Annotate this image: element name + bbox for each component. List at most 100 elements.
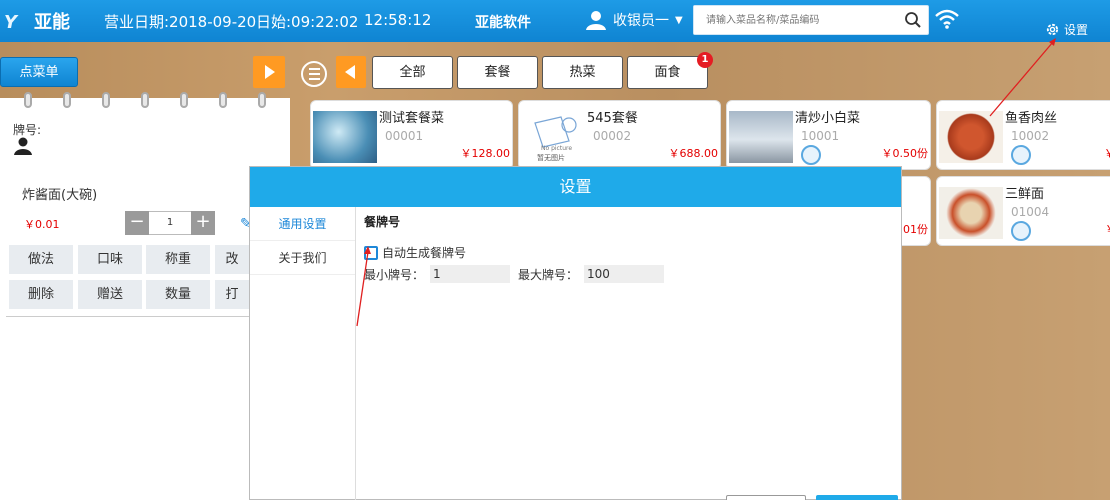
person-icon (14, 137, 32, 155)
min-number-input[interactable] (430, 265, 511, 283)
min-number-label: 最小牌号： (364, 267, 425, 282)
order-list-button[interactable]: 点菜单 (0, 57, 78, 87)
app-logo: Y 亚能 (4, 8, 70, 34)
action-button-method[interactable]: 做法 (9, 245, 73, 274)
day-start-time: 日始:09:22:02 (256, 13, 359, 31)
dish-name: 三鲜面 (1005, 187, 1045, 202)
dish-card[interactable]: 测试套餐菜 00001 ￥128.00 (310, 100, 513, 170)
dish-price: ￥128.00 (460, 147, 511, 160)
no-picture-text: No picture (541, 145, 573, 152)
dish-card[interactable]: No picture 暂无图片 545套餐 00002 ￥688.00 (518, 100, 721, 170)
dish-name: 清炒小白菜 (795, 111, 861, 126)
dish-thumbnail (939, 111, 1003, 163)
clock: 12:58:12 (364, 11, 432, 29)
ring (258, 92, 267, 108)
settings-sidebar: 通用设置 关于我们 (250, 207, 356, 500)
increment-button[interactable]: + (191, 211, 215, 235)
gear-icon (1046, 23, 1059, 36)
chevron-down-icon: ▼ (675, 14, 683, 26)
category-tab-hot-dish[interactable]: 热菜 (542, 56, 623, 89)
dish-thumbnail (729, 111, 793, 163)
dish-thumbnail (939, 187, 1003, 239)
dish-name: 测试套餐菜 (379, 111, 445, 126)
category-tab-all[interactable]: 全部 (372, 56, 453, 89)
dish-code: 00002 (593, 129, 632, 143)
confirm-button[interactable] (816, 495, 898, 500)
search-input[interactable] (694, 6, 894, 34)
ring (23, 92, 32, 108)
order-item-price: ￥0.01 (24, 218, 60, 231)
ring (219, 92, 228, 108)
quantity-value[interactable]: 1 (149, 211, 191, 235)
ring (180, 92, 189, 108)
action-button-quantity[interactable]: 数量 (146, 280, 210, 309)
stamp-icon (1011, 221, 1031, 241)
search-icon[interactable] (904, 11, 922, 29)
brand-name: 亚能软件 (475, 15, 531, 31)
dish-code: 00001 (385, 129, 424, 143)
dish-code: 10001 (801, 129, 840, 143)
auto-generate-checkbox[interactable] (364, 245, 378, 260)
settings-dialog: 设置 通用设置 关于我们 餐牌号 自动生成餐牌号 最小牌号： 最大牌号： (249, 166, 902, 500)
card-number-label: 牌号: (13, 123, 42, 137)
dish-price: ￥0.50份 (881, 147, 929, 160)
wifi-icon (935, 9, 959, 29)
auto-generate-label: 自动生成餐牌号 (382, 246, 467, 260)
divider (6, 316, 276, 317)
auto-generate-row: 自动生成餐牌号 (364, 244, 884, 261)
category-tab-noodles[interactable]: 面食 1 (627, 52, 713, 89)
dish-price: .01份 (899, 223, 929, 236)
tab-general-settings[interactable]: 通用设置 (250, 207, 355, 241)
app-header: Y 亚能 营业日期:2018-09-20 日始:09:22:02 12:58:12… (0, 0, 1110, 42)
max-number-label: 最大牌号： (518, 267, 579, 282)
prev-page-button[interactable] (336, 56, 366, 88)
order-item-name: 炸酱面(大碗) (22, 188, 98, 203)
dialog-title: 设置 (250, 167, 901, 207)
dish-code: 01004 (1011, 205, 1050, 219)
play-button[interactable] (253, 56, 285, 88)
tab-about-us[interactable]: 关于我们 (250, 241, 355, 275)
quantity-stepper: − 1 + (125, 211, 215, 235)
dish-card[interactable]: 鱼香肉丝 10002 ￥1 (936, 100, 1110, 170)
stamp-icon (801, 145, 821, 165)
settings-label: 设置 (1064, 23, 1089, 37)
dish-price: ￥1 (1104, 145, 1110, 161)
action-button-flavor[interactable]: 口味 (78, 245, 142, 274)
dish-price: ￥0 (1105, 221, 1110, 237)
notification-badge: 1 (697, 52, 713, 68)
decrement-button[interactable]: − (125, 211, 149, 235)
card-number-range: 最小牌号： 最大牌号： (364, 265, 884, 283)
stamp-icon (1011, 145, 1031, 165)
dish-card[interactable]: 清炒小白菜 10001 ￥0.50份 (726, 100, 931, 170)
cancel-button[interactable] (726, 495, 806, 500)
ring (62, 92, 71, 108)
ring (101, 92, 110, 108)
dish-thumbnail (313, 111, 377, 163)
notebook-rings (0, 92, 290, 110)
logo-mark-icon: Y (4, 12, 18, 33)
logo-text: 亚能 (34, 12, 70, 33)
dish-name: 545套餐 (587, 111, 638, 126)
category-label: 面食 (654, 65, 681, 80)
action-button-weigh[interactable]: 称重 (146, 245, 210, 274)
ring (140, 92, 149, 108)
max-number-input[interactable] (584, 265, 665, 283)
business-date: 营业日期:2018-09-20 (104, 13, 257, 31)
search-box (693, 5, 929, 35)
dish-name: 鱼香肉丝 (1005, 111, 1058, 126)
settings-content: 餐牌号 自动生成餐牌号 最小牌号： 最大牌号： (364, 213, 884, 283)
no-picture-text: 暂无图片 (537, 154, 565, 162)
list-icon[interactable] (300, 60, 328, 88)
cashier-menu[interactable]: 收银员一 ▼ (585, 9, 683, 31)
dish-price: ￥688.00 (668, 147, 719, 160)
section-title: 餐牌号 (364, 215, 401, 229)
dish-card[interactable]: 三鲜面 01004 ￥0 (936, 176, 1110, 246)
action-button-delete[interactable]: 删除 (9, 280, 73, 309)
action-button-print[interactable]: 打 (215, 280, 249, 309)
action-button-change[interactable]: 改 (215, 245, 249, 274)
category-tab-set-meal[interactable]: 套餐 (457, 56, 538, 89)
settings-button[interactable]: 设置 (1045, 21, 1088, 38)
dish-code: 10002 (1011, 129, 1050, 143)
action-button-gift[interactable]: 赠送 (78, 280, 142, 309)
user-icon (586, 11, 606, 30)
